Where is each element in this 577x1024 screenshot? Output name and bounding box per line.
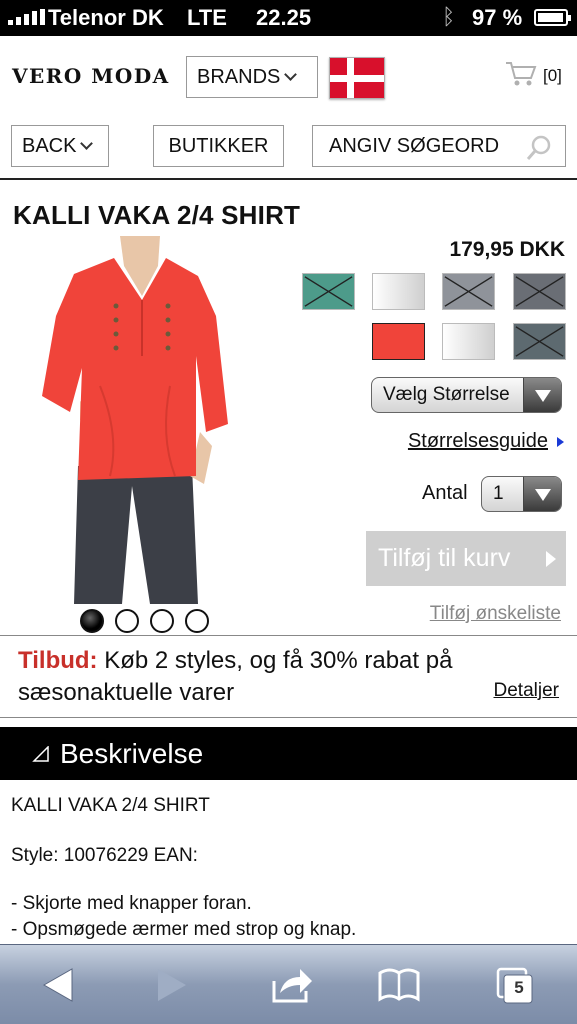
bookmarks-icon[interactable] (376, 963, 422, 1007)
quantity-value: 1 (493, 483, 504, 504)
add-to-cart-button[interactable]: Tilføj til kurv (366, 531, 566, 586)
search-input[interactable]: ANGIV SØGEORD (312, 125, 566, 167)
divider (0, 635, 577, 636)
cart-count[interactable]: [0] (543, 66, 562, 86)
select-arrow-icon (523, 378, 561, 412)
description-line: KALLI VAKA 2/4 SHIRT (11, 795, 210, 816)
play-arrow-icon (546, 551, 556, 567)
brands-label: BRANDS (197, 65, 281, 88)
clock: 22.25 (256, 5, 312, 30)
details-link[interactable]: Detaljer (494, 680, 559, 702)
color-swatch-gray[interactable] (442, 273, 495, 310)
description-header[interactable]: Beskrivelse (0, 727, 577, 780)
divider (0, 178, 577, 180)
size-select[interactable]: Vælg Størrelse (371, 377, 562, 413)
browser-toolbar: 5 (0, 944, 577, 1024)
forward-arrow-icon[interactable] (148, 963, 194, 1007)
product-price: 179,95 DKK (449, 238, 565, 261)
pagination-dot[interactable] (150, 609, 174, 633)
network-type: LTE (187, 5, 227, 30)
color-swatch-teal[interactable] (302, 273, 355, 310)
pagination-dot[interactable] (185, 609, 209, 633)
vero-moda-logo[interactable]: VERO MODA (12, 64, 170, 88)
promo-text: Tilbud: Køb 2 styles, og få 30% rabat på… (18, 645, 558, 709)
chevron-down-icon (80, 136, 94, 150)
product-image[interactable] (30, 236, 240, 606)
color-swatch-dark-gray[interactable] (513, 273, 566, 310)
quantity-select[interactable]: 1 (481, 476, 562, 512)
divider (0, 717, 577, 718)
quantity-label: Antal (422, 482, 468, 504)
status-bar: Telenor DK LTE 22.25 ᛒ 97 % (0, 0, 577, 36)
chevron-down-icon (284, 67, 298, 81)
shopping-cart-icon[interactable] (505, 60, 537, 88)
product-title: KALLI VAKA 2/4 SHIRT (13, 200, 301, 230)
promo-highlight: Tilbud: (18, 647, 98, 674)
size-guide-link[interactable]: Størrelsesguide (408, 430, 548, 453)
pagination-dot[interactable] (115, 609, 139, 633)
search-icon[interactable] (525, 134, 553, 162)
back-label: BACK (22, 134, 77, 157)
brands-dropdown[interactable]: BRANDS (186, 56, 318, 98)
back-dropdown[interactable]: BACK (11, 125, 109, 167)
carrier-name: Telenor DK (48, 5, 164, 30)
color-swatch-cream-print[interactable] (442, 323, 495, 360)
bluetooth-icon: ᛒ (442, 4, 456, 29)
stores-button[interactable]: BUTIKKER (153, 125, 284, 167)
image-pagination (80, 609, 209, 633)
share-icon[interactable] (268, 963, 314, 1007)
description-line: Style: 10076229 EAN: (11, 845, 198, 866)
add-to-wishlist-link[interactable]: Tilføj ønskeliste (430, 603, 561, 625)
description-line: - Skjorte med knapper foran. (11, 893, 252, 914)
tabs-count: 5 (514, 978, 524, 997)
arrow-right-icon (557, 437, 564, 447)
back-arrow-icon[interactable] (36, 963, 82, 1007)
add-to-cart-label: Tilføj til kurv (378, 544, 511, 572)
collapse-triangle-icon (32, 746, 49, 762)
stores-label: BUTIKKER (168, 134, 269, 157)
denmark-flag-icon[interactable] (329, 57, 385, 99)
pagination-dot[interactable] (80, 609, 104, 633)
color-swatch-red[interactable] (372, 323, 425, 360)
color-swatch-white[interactable] (372, 273, 425, 310)
select-arrow-icon (523, 477, 561, 511)
color-swatch-slate[interactable] (513, 323, 566, 360)
description-line: - Opsmøgede ærmer med strop og knap. (11, 919, 357, 940)
description-title: Beskrivelse (60, 737, 204, 769)
battery-percent: 97 % (472, 5, 523, 30)
signal-strength-icon (8, 9, 45, 25)
battery-icon (534, 9, 571, 26)
size-select-value: Vælg Størrelse (383, 384, 510, 405)
search-placeholder: ANGIV SØGEORD (329, 134, 500, 157)
